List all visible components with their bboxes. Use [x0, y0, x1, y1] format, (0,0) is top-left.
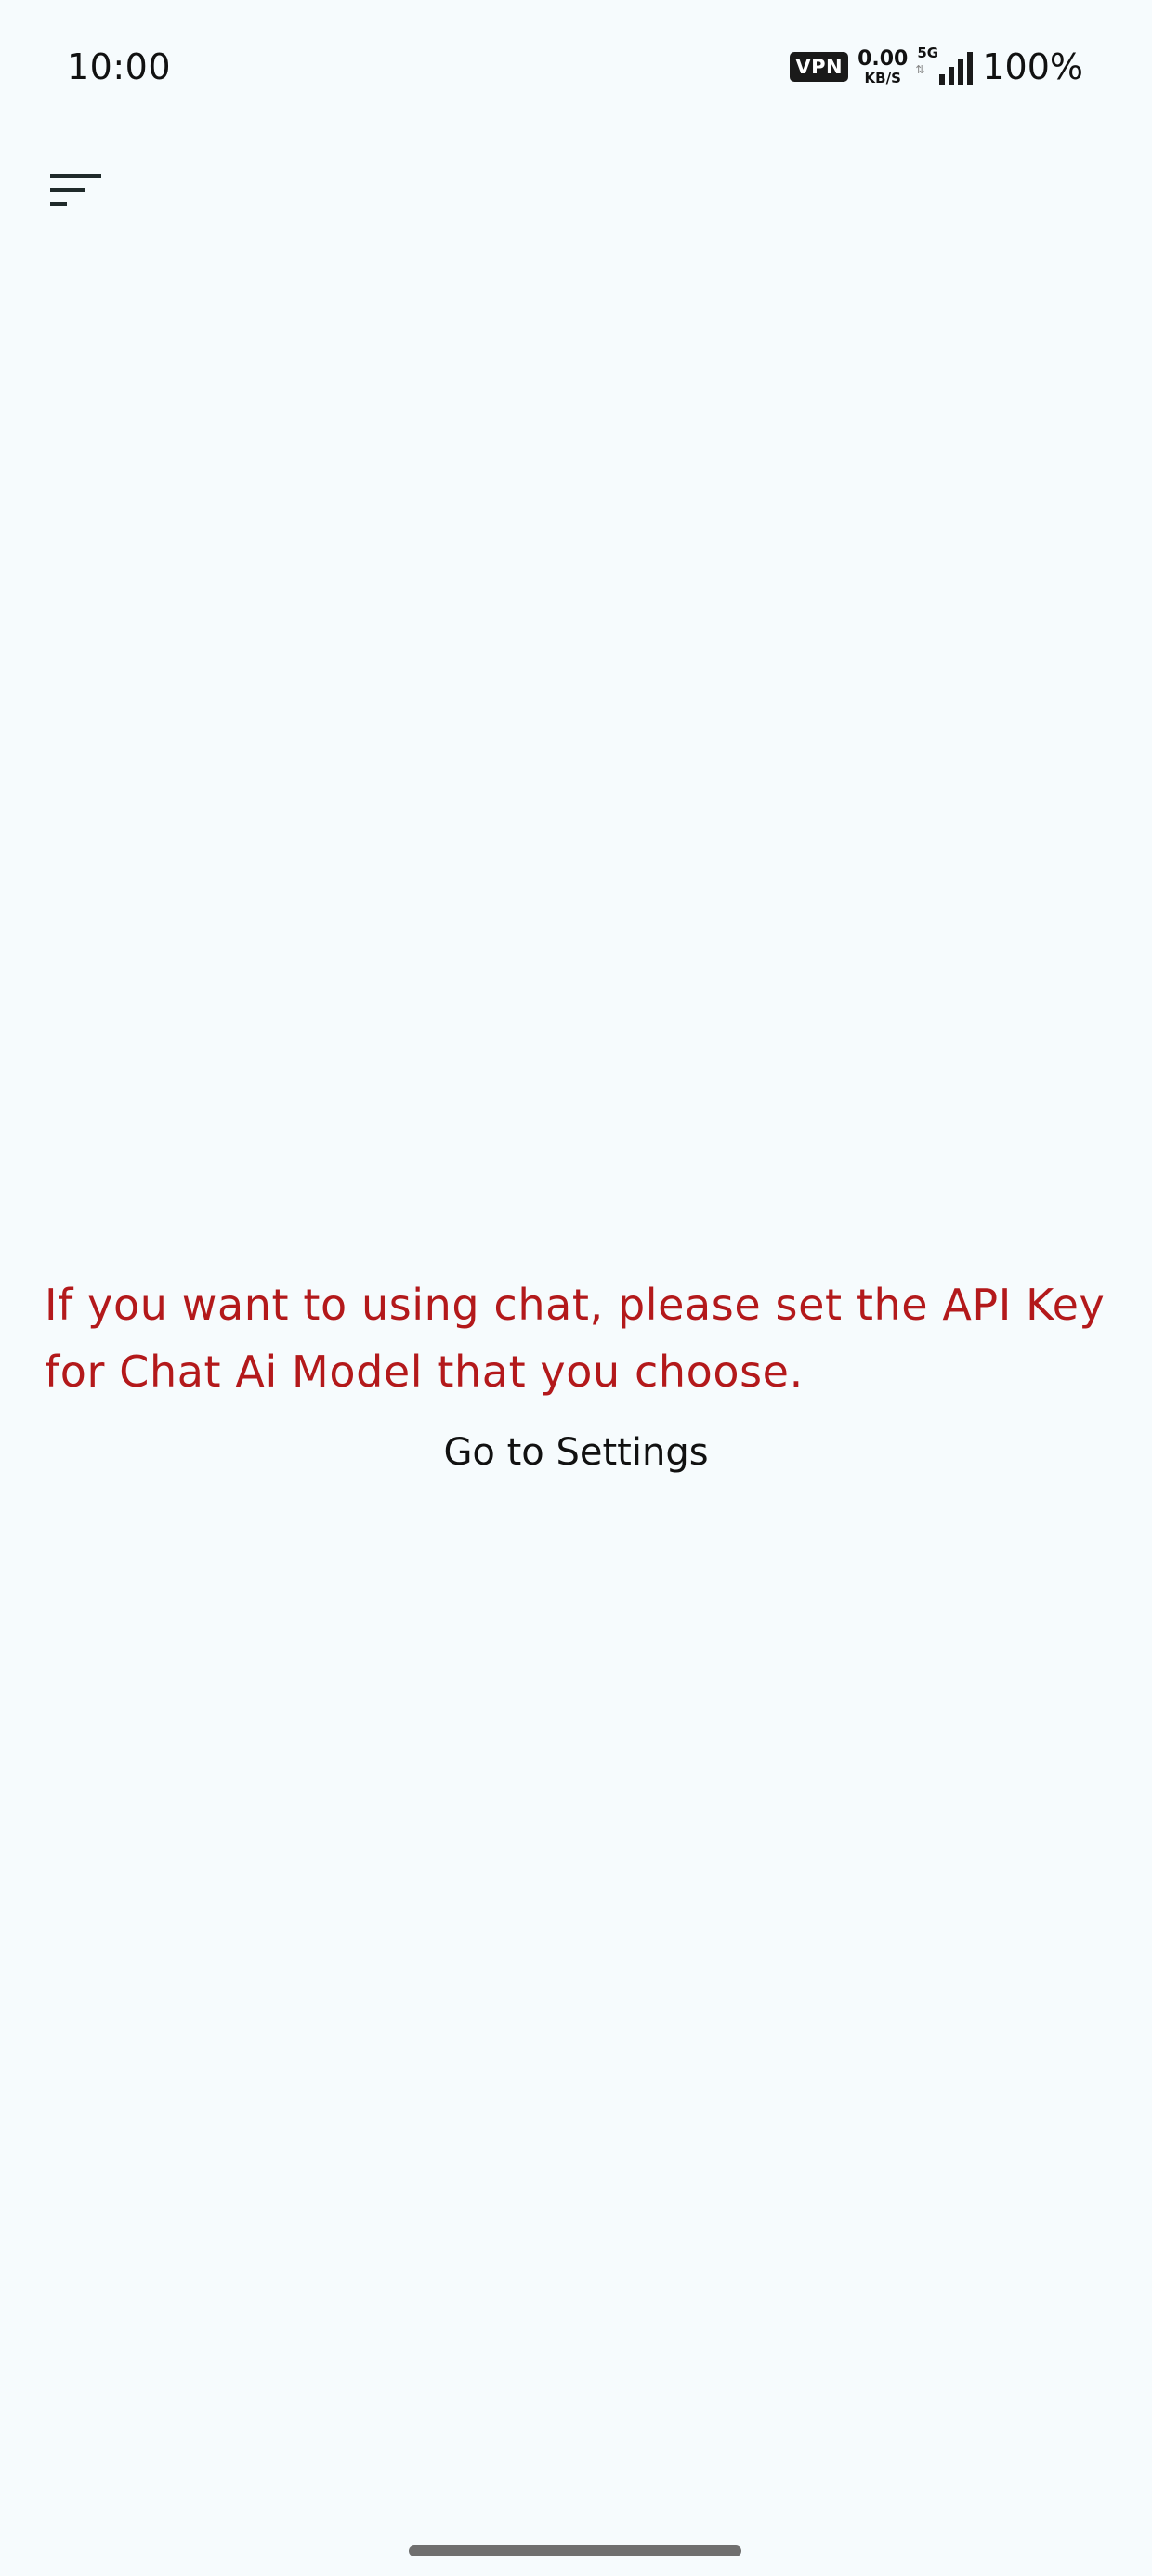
battery-level: 100% — [982, 46, 1083, 87]
menu-button[interactable] — [41, 158, 115, 223]
status-icons: VPN 0.00 KB/S 5G ⇅ 100% — [790, 45, 1083, 89]
signal-bars-icon — [939, 52, 974, 85]
network-speed-value: 0.00 — [857, 46, 909, 71]
sort-menu-icon — [50, 174, 101, 206]
cellular-signal-icon: 5G ⇅ — [915, 45, 974, 85]
vpn-badge: VPN — [790, 52, 849, 82]
status-bar: 10:00 VPN 0.00 KB/S 5G ⇅ 100% — [0, 0, 1152, 139]
status-time: 10:00 — [67, 46, 172, 87]
network-type-label: 5G — [917, 45, 939, 61]
go-to-settings-button[interactable]: Go to Settings — [0, 1422, 1152, 1483]
network-speed-unit: KB/S — [864, 69, 901, 86]
api-key-warning: If you want to using chat, please set th… — [45, 1271, 1113, 1405]
data-arrows-icon: ⇅ — [915, 63, 925, 76]
api-key-warning-text: If you want to using chat, please set th… — [45, 1280, 1106, 1397]
home-indicator[interactable] — [409, 2545, 741, 2556]
network-speed: 0.00 KB/S — [857, 46, 909, 86]
